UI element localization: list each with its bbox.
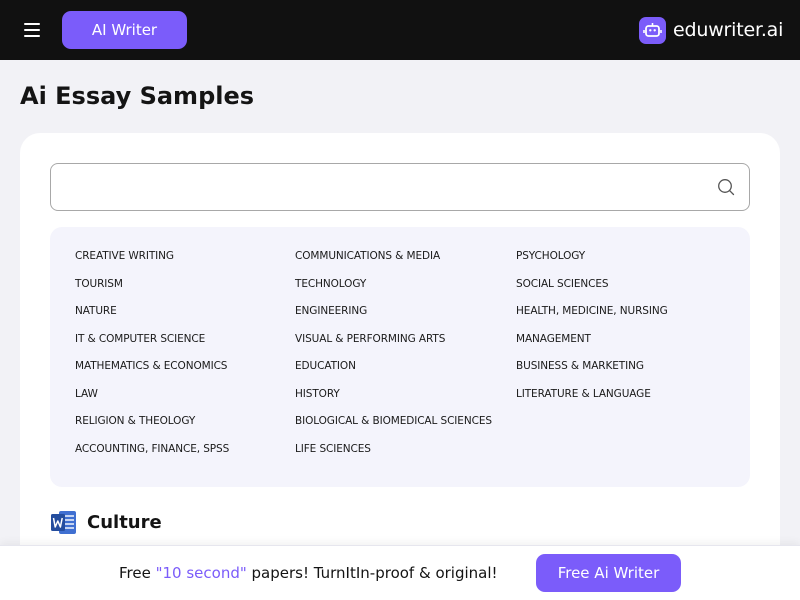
- page-title: Ai Essay Samples: [20, 82, 255, 110]
- category-link[interactable]: ACCOUNTING, FINANCE, SPSS: [75, 443, 295, 471]
- robot-logo-icon: [639, 16, 666, 44]
- samples-card: CREATIVE WRITING TOURISM NATURE IT & COM…: [20, 133, 780, 600]
- category-link[interactable]: HEALTH, MEDICINE, NURSING: [516, 305, 736, 333]
- category-link[interactable]: HISTORY: [295, 388, 515, 416]
- section-header-culture: Culture: [50, 509, 162, 536]
- category-link[interactable]: BIOLOGICAL & BIOMEDICAL SCIENCES: [295, 415, 515, 443]
- category-link[interactable]: LITERATURE & LANGUAGE: [516, 388, 736, 416]
- category-link[interactable]: LIFE SCIENCES: [295, 443, 515, 471]
- category-link[interactable]: TOURISM: [75, 278, 295, 306]
- category-link[interactable]: NATURE: [75, 305, 295, 333]
- category-link[interactable]: BUSINESS & MARKETING: [516, 360, 736, 388]
- category-link[interactable]: LAW: [75, 388, 295, 416]
- word-document-icon: [51, 511, 76, 534]
- category-link[interactable]: COMMUNICATIONS & MEDIA: [295, 250, 515, 278]
- top-navbar: AI Writer eduwriter.ai: [0, 0, 800, 60]
- category-link[interactable]: VISUAL & PERFORMING ARTS: [295, 333, 515, 361]
- category-column-1: CREATIVE WRITING TOURISM NATURE IT & COM…: [75, 250, 295, 470]
- category-link[interactable]: MATHEMATICS & ECONOMICS: [75, 360, 295, 388]
- category-column-3: PSYCHOLOGY SOCIAL SCIENCES HEALTH, MEDIC…: [516, 250, 736, 415]
- category-link[interactable]: MANAGEMENT: [516, 333, 736, 361]
- section-title: Culture: [87, 512, 162, 533]
- promo-bar: Free "10 second" papers! TurnItIn-proof …: [0, 545, 800, 600]
- promo-highlight: "10 second": [155, 564, 247, 582]
- category-column-2: COMMUNICATIONS & MEDIA TECHNOLOGY ENGINE…: [295, 250, 515, 470]
- brand-link[interactable]: eduwriter.ai: [639, 16, 783, 44]
- brand-name: eduwriter.ai: [673, 19, 784, 41]
- promo-text-after: papers! TurnItIn-proof & original!: [246, 564, 498, 582]
- hamburger-icon[interactable]: [24, 23, 40, 37]
- category-link[interactable]: ENGINEERING: [295, 305, 515, 333]
- search-input[interactable]: [51, 164, 701, 210]
- search-box: [50, 163, 750, 211]
- ai-writer-button[interactable]: AI Writer: [62, 11, 187, 49]
- category-link[interactable]: SOCIAL SCIENCES: [516, 278, 736, 306]
- category-link[interactable]: CREATIVE WRITING: [75, 250, 295, 278]
- search-icon[interactable]: [717, 178, 735, 196]
- category-link[interactable]: TECHNOLOGY: [295, 278, 515, 306]
- category-list: CREATIVE WRITING TOURISM NATURE IT & COM…: [50, 227, 750, 487]
- category-link[interactable]: IT & COMPUTER SCIENCE: [75, 333, 295, 361]
- category-link[interactable]: PSYCHOLOGY: [516, 250, 736, 278]
- promo-text: Free "10 second" papers! TurnItIn-proof …: [119, 564, 498, 582]
- free-ai-writer-button[interactable]: Free Ai Writer: [536, 554, 681, 592]
- category-link[interactable]: EDUCATION: [295, 360, 515, 388]
- promo-text-before: Free: [119, 564, 156, 582]
- category-link[interactable]: RELIGION & THEOLOGY: [75, 415, 295, 443]
